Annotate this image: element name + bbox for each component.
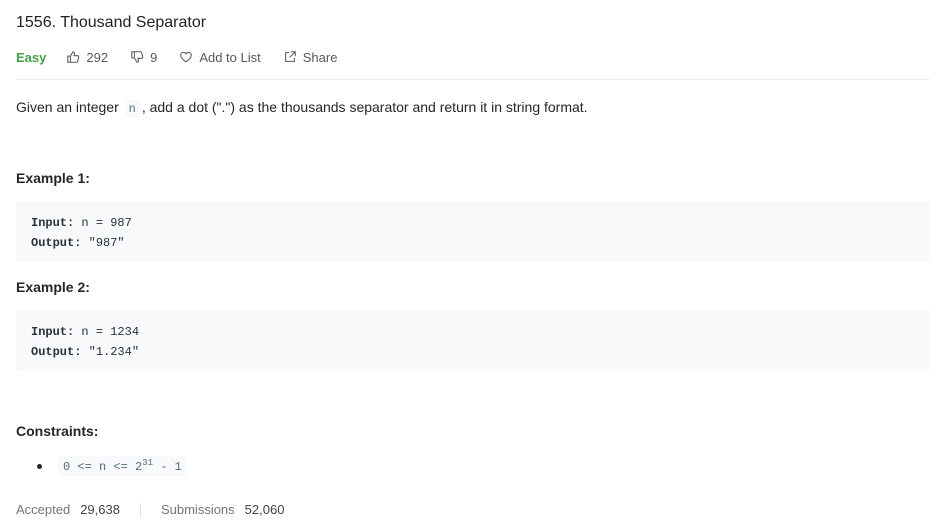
problem-title: 1556. Thousand Separator xyxy=(16,14,207,31)
dislike-button[interactable]: 9 xyxy=(130,50,157,65)
share-label: Share xyxy=(302,49,338,65)
constraint-exponent: 31 xyxy=(142,458,154,468)
add-to-list-button[interactable]: Add to List xyxy=(179,49,261,65)
accepted-value: 29,638 xyxy=(80,502,120,517)
problem-meta-bar: Easy 292 9 Add to List Share xyxy=(16,47,359,67)
example-1-title: Example 1: xyxy=(16,170,90,186)
submissions-label: Submissions xyxy=(160,502,235,517)
dislike-count: 9 xyxy=(150,49,158,65)
example-2-input: Input: n = 1234 xyxy=(31,322,915,342)
input-value: n = 1234 xyxy=(74,325,140,339)
stats-divider xyxy=(139,502,141,517)
difficulty-badge: Easy xyxy=(16,49,47,65)
inline-code-n: n xyxy=(124,100,140,118)
submissions-value: 52,060 xyxy=(244,502,285,517)
example-2-title: Example 2: xyxy=(16,279,90,295)
header-divider xyxy=(16,79,930,80)
bullet-icon xyxy=(37,463,42,469)
add-to-list-label: Add to List xyxy=(199,49,261,65)
example-1-block: Input: n = 987 Output: "987" xyxy=(16,201,930,262)
constraint-code: 0 <= n <= 231 - 1 xyxy=(58,456,187,476)
thumbs-up-icon xyxy=(67,51,80,63)
input-label: Input: xyxy=(31,216,75,230)
submission-stats: Accepted 29,638 Submissions 52,060 xyxy=(16,502,284,517)
constraints-title: Constraints: xyxy=(16,423,99,439)
constraint-item: 0 <= n <= 231 - 1 xyxy=(37,456,187,476)
like-count: 292 xyxy=(86,49,109,65)
thumbs-down-icon xyxy=(131,51,144,63)
example-1-output: Output: "987" xyxy=(31,233,915,253)
share-icon xyxy=(284,51,296,62)
input-label: Input: xyxy=(31,325,75,339)
constraint-prefix: 0 <= n <= 2 xyxy=(63,460,143,474)
input-value: n = 987 xyxy=(74,216,132,230)
like-button[interactable]: 292 xyxy=(66,50,108,65)
statement-text-start: Given an integer xyxy=(16,99,123,115)
example-2-block: Input: n = 1234 Output: "1.234" xyxy=(16,310,930,371)
output-label: Output: xyxy=(31,236,82,250)
constraint-suffix: - 1 xyxy=(153,460,182,474)
output-label: Output: xyxy=(31,345,82,359)
example-2-output: Output: "1.234" xyxy=(31,342,915,362)
output-value: "1.234" xyxy=(81,345,140,359)
output-value: "987" xyxy=(81,236,125,250)
accepted-label: Accepted xyxy=(16,502,71,517)
example-1-input: Input: n = 987 xyxy=(31,213,915,233)
statement-text-end: , add a dot (".") as the thousands separ… xyxy=(141,99,588,115)
heart-icon xyxy=(180,51,193,63)
share-button[interactable]: Share xyxy=(283,49,338,65)
problem-description-panel: 1556. Thousand Separator Easy 292 9 Add … xyxy=(16,0,930,528)
problem-statement: Given an integer n, add a dot (".") as t… xyxy=(16,98,588,118)
